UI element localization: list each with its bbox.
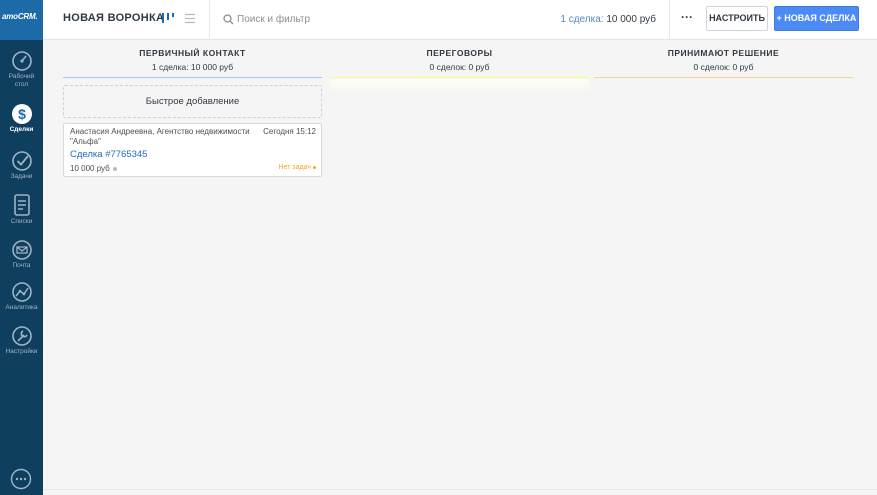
sidebar-item-dashboard[interactable]: Рабочий стол bbox=[0, 50, 43, 89]
card-price: 10 000 руб bbox=[70, 164, 117, 173]
top-bar: НОВАЯ ВОРОНКА 1 сделка: 10 000 руб ··· Н… bbox=[43, 0, 877, 40]
column-accent-line bbox=[63, 77, 322, 78]
column-title: ПЕРВИЧНЫЙ КОНТАКТ bbox=[139, 48, 246, 58]
lists-icon bbox=[13, 194, 30, 216]
chat-icon[interactable] bbox=[10, 468, 32, 490]
kanban-view-icon[interactable] bbox=[161, 12, 175, 24]
column-summary: 1 сделка: 10 000 руб bbox=[151, 62, 234, 72]
new-deal-button[interactable]: + НОВАЯ СДЕЛКА bbox=[774, 6, 859, 31]
deal-link[interactable]: Сделка #7765345 bbox=[70, 149, 147, 160]
sidebar-item-label: Рабочий стол bbox=[8, 73, 35, 88]
column-title: ПРИНИМАЮТ РЕШЕНИЕ bbox=[667, 48, 780, 58]
sidebar-item-deals[interactable]: $ Сделки bbox=[0, 103, 43, 134]
quick-add-button[interactable]: Быстрое добавление bbox=[63, 85, 322, 118]
column-header-deciding: ПРИНИМАЮТ РЕШЕНИЕ 0 сделок: 0 руб bbox=[594, 48, 853, 72]
sidebar-item-settings[interactable]: Настройки bbox=[0, 325, 43, 356]
logo-text: amoCRM. bbox=[2, 12, 38, 21]
configure-button[interactable]: НАСТРОИТЬ bbox=[706, 6, 768, 31]
list-view-icon[interactable] bbox=[184, 13, 196, 24]
divider bbox=[209, 0, 210, 40]
svg-text:$: $ bbox=[18, 106, 26, 122]
column-header-negotiations: ПЕРЕГОВОРЫ 0 сделок: 0 руб bbox=[330, 48, 589, 72]
dashboard-icon bbox=[11, 51, 32, 71]
column-accent-line bbox=[330, 77, 589, 78]
search-icon bbox=[223, 14, 234, 25]
card-tasks[interactable]: Нет задач bbox=[279, 164, 316, 171]
status-dot bbox=[112, 166, 117, 171]
column-summary: 0 сделок: 0 руб bbox=[693, 62, 754, 72]
deal-summary-count: 1 сделка: bbox=[560, 14, 604, 25]
search-input[interactable] bbox=[237, 11, 537, 27]
deals-icon: $ bbox=[11, 104, 32, 124]
deal-summary: 1 сделка: 10 000 руб bbox=[560, 14, 656, 25]
deal-summary-amount: 10 000 руб bbox=[606, 14, 656, 25]
analytics-icon bbox=[11, 282, 32, 302]
card-time: Сегодня 15:12 bbox=[263, 127, 316, 136]
sidebar-item-tasks[interactable]: Задачи bbox=[0, 150, 43, 181]
deal-card[interactable]: Анастасия Андреевна, Агентство недвижимо… bbox=[63, 123, 322, 177]
column-accent-line bbox=[594, 77, 853, 78]
pipeline-title[interactable]: НОВАЯ ВОРОНКА bbox=[63, 12, 164, 24]
settings-icon bbox=[11, 326, 32, 346]
bottom-divider bbox=[43, 489, 877, 490]
column-header-primary-contact: ПЕРВИЧНЫЙ КОНТАКТ 1 сделка: 10 000 руб bbox=[63, 48, 322, 72]
more-button[interactable]: ··· bbox=[670, 6, 704, 32]
sidebar-item-analytics[interactable]: Аналитика bbox=[0, 281, 43, 312]
task-dot bbox=[313, 165, 316, 169]
column-summary: 0 сделок: 0 руб bbox=[429, 62, 490, 72]
column-title: ПЕРЕГОВОРЫ bbox=[426, 48, 493, 58]
mail-icon bbox=[11, 240, 32, 260]
card-contact: Анастасия Андреевна, Агентство недвижимо… bbox=[70, 127, 250, 146]
column-accent-shadow bbox=[330, 79, 589, 93]
tasks-icon bbox=[11, 151, 32, 171]
app-logo[interactable]: amoCRM. bbox=[0, 0, 43, 40]
left-sidebar: amoCRM. Рабочий стол $ Сделки Задачи Спи… bbox=[0, 0, 43, 495]
sidebar-item-mail[interactable]: Почта bbox=[0, 239, 43, 270]
sidebar-item-lists[interactable]: Списки bbox=[0, 193, 43, 226]
